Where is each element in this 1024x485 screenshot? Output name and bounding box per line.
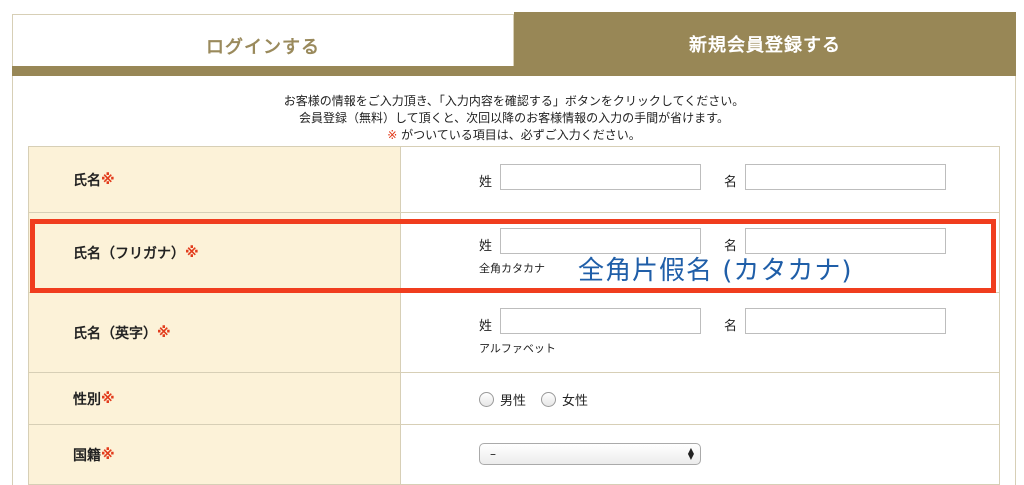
radio-circle-icon[interactable] (479, 392, 494, 407)
row-name-kana: 氏名（フリガナ） ※ 姓 名 全角カタカナ (28, 213, 1000, 293)
required-mark: ※ (387, 128, 398, 142)
last-name-roman-label: 姓 (479, 319, 493, 334)
first-name-label: 名 (724, 175, 738, 190)
row-name-roman: 氏名（英字） ※ 姓 名 アルファベット (28, 293, 1000, 373)
required-mark: ※ (157, 324, 171, 341)
gender-male-label: 男性 (500, 394, 527, 409)
field-gender: 男性 女性 (401, 373, 1000, 424)
label-name-kana: 氏名（フリガナ） ※ (28, 213, 401, 292)
first-name-roman-label: 名 (724, 319, 738, 334)
nationality-select[interactable]: – ▲ ▼ (479, 443, 701, 465)
radio-circle-icon[interactable] (541, 392, 556, 407)
intro-line-1: お客様の情報をご入力頂き、「入力内容を確認する」ボタンをクリックしてください。 (283, 94, 745, 108)
label-gender: 性別 ※ (28, 373, 401, 424)
tab-underline (12, 66, 1016, 76)
gender-radio-male[interactable]: 男性 (479, 390, 526, 409)
gender-female-label: 女性 (562, 394, 589, 409)
intro-text: お客様の情報をご入力頂き、「入力内容を確認する」ボタンをクリックしてください。 … (12, 93, 1016, 144)
required-mark: ※ (185, 244, 199, 261)
last-name-kana-label: 姓 (479, 239, 493, 254)
annotation-text: 全角片假名 (カタカナ) (578, 256, 853, 286)
first-name-input[interactable] (745, 164, 946, 190)
label-name-kana-text: 氏名（フリガナ） (73, 245, 185, 262)
intro-line-3-text: がついている項目は、必ずご入力ください。 (397, 128, 641, 142)
label-nationality-text: 国籍 (73, 447, 101, 464)
row-nationality: 国籍 ※ – ▲ ▼ (28, 425, 1000, 485)
field-nationality: – ▲ ▼ (401, 425, 1000, 484)
last-name-label: 姓 (479, 175, 493, 190)
select-arrows-icon: ▲ ▼ (687, 446, 694, 461)
label-name-text: 氏名 (73, 172, 101, 189)
required-mark: ※ (101, 171, 115, 188)
gender-radio-female[interactable]: 女性 (541, 390, 588, 409)
label-name: 氏名 ※ (28, 147, 401, 212)
label-name-roman-text: 氏名（英字） (73, 325, 157, 342)
intro-line-3: ※ がついている項目は、必ずご入力ください。 (12, 127, 1016, 144)
field-name-roman: 姓 名 アルファベット (401, 293, 1000, 372)
label-gender-text: 性別 (73, 391, 101, 408)
label-name-roman: 氏名（英字） ※ (28, 293, 401, 372)
first-name-roman-input[interactable] (745, 308, 946, 334)
label-nationality: 国籍 ※ (28, 425, 401, 484)
intro-line-2: 会員登録（無料）して頂くと、次回以降のお客様情報の入力の手間が省けます。 (299, 111, 729, 125)
required-mark: ※ (101, 390, 115, 407)
kana-hint: 全角カタカナ (479, 262, 545, 275)
roman-hint: アルファベット (479, 342, 556, 355)
field-name: 姓 名 (401, 147, 1000, 212)
registration-form: 氏名 ※ 姓 名 氏名（フリガナ） ※ 姓 名 全角カタカナ 氏名（英字） ※ 姓 名 (28, 146, 1000, 485)
last-name-roman-input[interactable] (500, 308, 701, 334)
required-mark: ※ (101, 446, 115, 463)
row-name: 氏名 ※ 姓 名 (28, 147, 1000, 213)
nationality-selected-value: – (490, 447, 496, 461)
last-name-input[interactable] (500, 164, 701, 190)
row-gender: 性別 ※ 男性 女性 (28, 373, 1000, 425)
